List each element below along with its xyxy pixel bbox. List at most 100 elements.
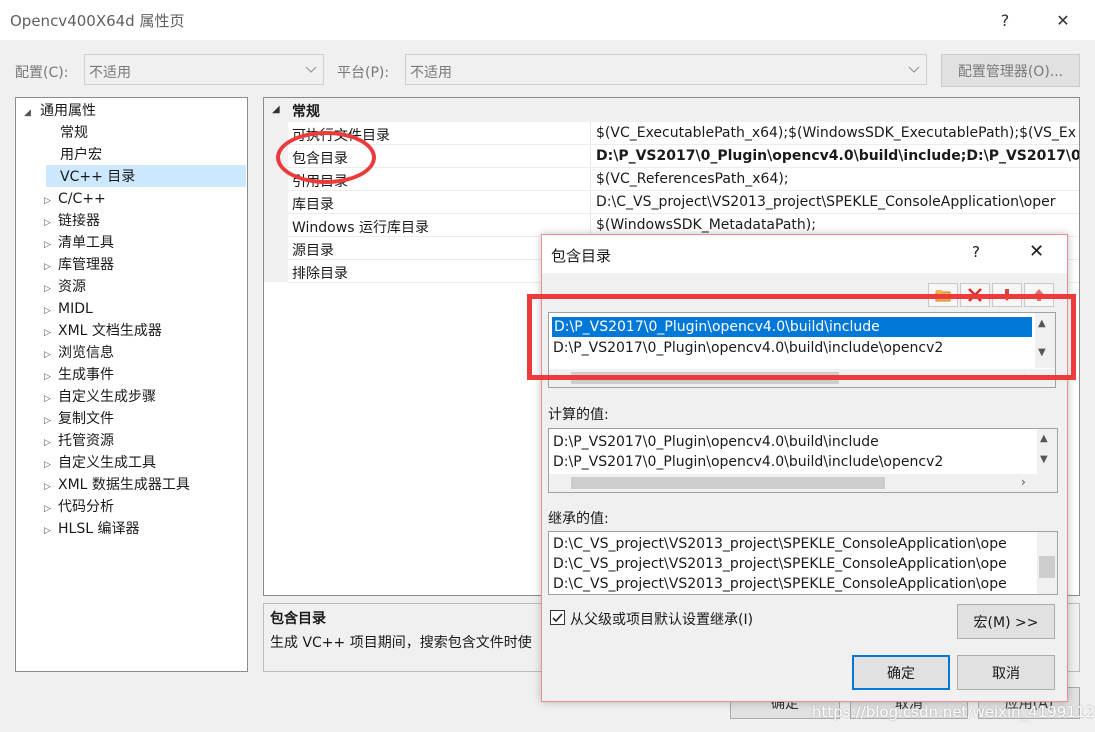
list-item: D:\C_VS_project\VS2013_project\SPEKLE_Co… <box>553 536 1007 552</box>
scroll-right-icon[interactable]: › <box>1021 475 1026 489</box>
grid-row[interactable]: 引用目录 $(VC_ReferencesPath_x64); <box>264 168 1079 191</box>
expand-icon[interactable]: ▷ <box>44 212 58 234</box>
tree-item-label: XML 数据生成器工具 <box>58 477 190 493</box>
scrollbar-thumb[interactable] <box>571 477 885 489</box>
computed-values-label: 计算的值: <box>548 407 609 423</box>
config-manager-button[interactable]: 配置管理器(O)... <box>941 54 1080 87</box>
horizontal-scrollbar[interactable]: › <box>549 474 1057 492</box>
platform-combobox[interactable]: 不适用 <box>405 54 927 85</box>
tree-item-label: MIDL <box>58 301 93 317</box>
expand-icon[interactable]: ▷ <box>44 454 58 476</box>
tree-item[interactable]: ▷ 生成事件 <box>44 364 114 386</box>
annotation-ellipse <box>276 131 376 184</box>
expand-icon[interactable]: ▷ <box>44 498 58 520</box>
tree-item[interactable]: 用户宏 <box>44 144 102 166</box>
tree-item[interactable]: ▷ 代码分析 <box>44 496 114 518</box>
tree-item-label: 复制文件 <box>58 411 114 427</box>
window-title: Opencv400X64d 属性页 <box>10 12 185 30</box>
vertical-scrollbar[interactable]: ▲ ▼ <box>1037 429 1057 474</box>
dialog-ok-button[interactable]: 确定 <box>852 655 950 690</box>
expand-icon[interactable]: ▷ <box>44 344 58 366</box>
tree-item[interactable]: ▷ MIDL <box>44 298 93 320</box>
expand-icon[interactable]: ▷ <box>44 234 58 256</box>
annotation-rectangle <box>527 294 1076 380</box>
scroll-down-icon[interactable]: ▼ <box>1040 454 1048 465</box>
expand-icon[interactable]: ▷ <box>44 476 58 498</box>
tree-item[interactable]: ▷ 浏览信息 <box>44 342 114 364</box>
config-value: 不适用 <box>89 65 131 81</box>
expand-icon[interactable]: ▷ <box>44 520 58 542</box>
chevron-down-icon <box>908 66 920 73</box>
inherit-checkbox[interactable] <box>550 610 565 625</box>
expand-icon[interactable]: ▷ <box>44 388 58 410</box>
help-button[interactable]: ? <box>990 6 1020 34</box>
description-text: 生成 VC++ 项目期间，搜索包含文件时使 <box>270 635 532 651</box>
tree-item[interactable]: 常规 <box>44 122 88 144</box>
property-name: 库目录 <box>292 197 334 213</box>
tree-item[interactable]: ▷ C/C++ <box>44 188 106 210</box>
dialog-help-button[interactable]: ? <box>972 243 980 261</box>
tree-item[interactable]: ▷ 链接器 <box>44 210 100 232</box>
scrollbar-thumb[interactable] <box>1039 556 1055 578</box>
grid-section-header[interactable]: ◢ 常规 <box>264 98 1079 122</box>
tree-item-label: 浏览信息 <box>58 345 114 361</box>
tree-item-label: 资源 <box>58 279 86 295</box>
expand-icon[interactable]: ▷ <box>44 278 58 300</box>
tree-item[interactable]: ▷ 自定义生成步骤 <box>44 386 156 408</box>
expand-icon[interactable]: ▷ <box>44 322 58 344</box>
property-value[interactable]: D:\P_VS2017\0_Plugin\opencv4.0\build\inc… <box>596 148 1079 164</box>
dialog-title-bar: 包含目录 ? ✕ <box>542 235 1067 273</box>
expand-icon[interactable]: ▷ <box>44 300 58 322</box>
tree-item-label: 常规 <box>60 125 88 141</box>
chevron-down-icon <box>305 66 317 73</box>
grid-row-divider <box>288 167 1079 168</box>
property-value[interactable]: $(VC_ReferencesPath_x64); <box>596 171 789 187</box>
property-value[interactable]: D:\C_VS_project\VS2013_project\SPEKLE_Co… <box>596 194 1056 210</box>
platform-label: 平台(P): <box>337 65 390 81</box>
property-value[interactable]: $(VC_ExecutablePath_x64);$(WindowsSDK_Ex… <box>596 125 1076 141</box>
dialog-close-button[interactable]: ✕ <box>1029 241 1044 262</box>
expand-icon[interactable]: ▷ <box>44 366 58 388</box>
vertical-scrollbar[interactable] <box>1037 532 1057 594</box>
grid-row[interactable]: 包含目录 D:\P_VS2017\0_Plugin\opencv4.0\build… <box>264 145 1079 168</box>
grid-row[interactable]: 库目录 D:\C_VS_project\VS2013_project\SPEKLE… <box>264 191 1079 214</box>
tree-item[interactable]: ◢ 通用属性 <box>24 100 96 122</box>
tree-item[interactable]: ▷ HLSL 编译器 <box>44 518 139 540</box>
tree-item[interactable]: VC++ 目录 <box>44 166 135 188</box>
tree-item-label: 代码分析 <box>58 499 114 515</box>
tree-item-label: 库管理器 <box>58 257 114 273</box>
scroll-up-icon[interactable]: ▲ <box>1040 433 1048 444</box>
tree-item[interactable]: ▷ 清单工具 <box>44 232 114 254</box>
tree-item[interactable]: ▷ XML 数据生成器工具 <box>44 474 190 496</box>
dialog-title: 包含目录 <box>551 247 612 265</box>
list-item: D:\P_VS2017\0_Plugin\opencv4.0\build\inc… <box>553 454 944 470</box>
tree-item-label: 链接器 <box>58 213 100 229</box>
tree-item[interactable]: ▷ XML 文档生成器 <box>44 320 162 342</box>
description-title: 包含目录 <box>270 611 326 627</box>
checkmark-icon <box>552 613 563 623</box>
tree-item-label: 自定义生成工具 <box>58 455 156 471</box>
expand-icon[interactable]: ▷ <box>44 432 58 454</box>
tree-item[interactable]: ▷ 托管资源 <box>44 430 114 452</box>
property-value[interactable]: $(WindowsSDK_MetadataPath); <box>596 217 816 233</box>
inherited-values-list[interactable]: D:\C_VS_project\VS2013_project\SPEKLE_Co… <box>548 531 1058 595</box>
tree-item[interactable]: ▷ 库管理器 <box>44 254 114 276</box>
computed-values-list[interactable]: D:\P_VS2017\0_Plugin\opencv4.0\build\inc… <box>548 428 1058 493</box>
tree-item[interactable]: ▷ 资源 <box>44 276 86 298</box>
macros-button[interactable]: 宏(M) >> <box>957 604 1055 639</box>
config-combobox[interactable]: 不适用 <box>84 54 324 85</box>
tree-item-label: VC++ 目录 <box>60 169 136 185</box>
collapse-icon[interactable]: ◢ <box>272 104 280 115</box>
property-name: Windows 运行库目录 <box>292 220 429 236</box>
tree-item[interactable]: ▷ 复制文件 <box>44 408 114 430</box>
expand-icon[interactable]: ▷ <box>44 190 58 212</box>
grid-row[interactable]: 可执行文件目录 $(VC_ExecutablePath_x64);$(Window… <box>264 122 1079 145</box>
property-name: 源目录 <box>292 243 334 259</box>
close-button[interactable]: ✕ <box>1048 6 1078 34</box>
tree-item[interactable]: ▷ 自定义生成工具 <box>44 452 156 474</box>
expand-icon[interactable]: ▷ <box>44 256 58 278</box>
expand-icon[interactable]: ◢ <box>24 102 38 124</box>
dialog-cancel-button[interactable]: 取消 <box>957 655 1055 690</box>
inherit-checkbox-label[interactable]: 从父级或项目默认设置继承(I) <box>570 609 753 629</box>
expand-icon[interactable]: ▷ <box>44 410 58 432</box>
